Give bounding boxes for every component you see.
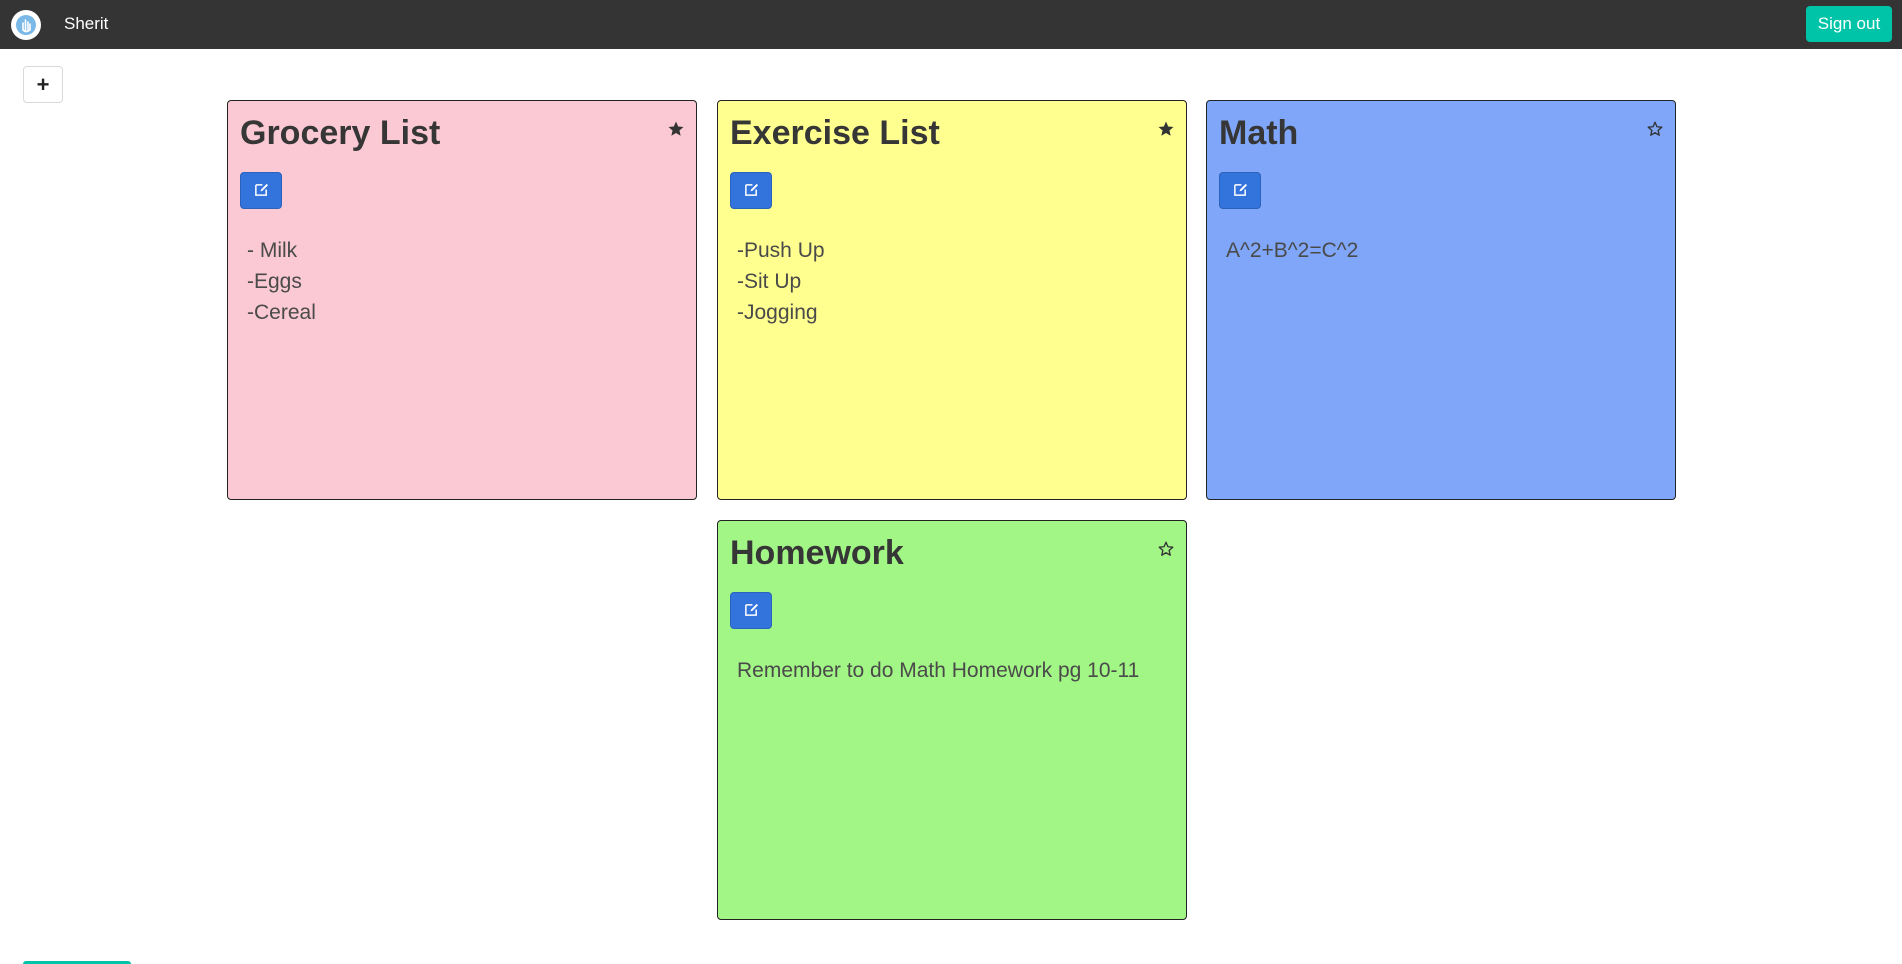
edit-icon (744, 602, 759, 620)
hand-logo-icon[interactable] (11, 10, 41, 40)
sign-out-button[interactable]: Sign out (1806, 6, 1892, 42)
note-line: -Sit Up (737, 270, 802, 293)
star-outline-icon[interactable] (1646, 120, 1664, 138)
note-line: A^2+B^2=C^2 (1226, 239, 1359, 262)
note-card: Homework Remember to do Math Homework pg… (717, 520, 1187, 920)
note-title: Homework (730, 534, 904, 572)
note-body: A^2+B^2=C^2 (1226, 235, 1661, 266)
note-card: Math A^2+B^2=C^2 (1206, 100, 1676, 500)
edit-note-button[interactable] (1219, 172, 1261, 209)
star-outline-icon[interactable] (1157, 540, 1175, 558)
note-line: -Jogging (737, 301, 818, 324)
note-line: -Eggs (247, 270, 302, 293)
note-card: Grocery List - Milk -Eggs -Cereal (227, 100, 697, 500)
note-line: - Milk (247, 239, 298, 262)
note-line: Remember to do Math Homework pg 10-11 (737, 659, 1140, 682)
brand-name[interactable]: Sherit (64, 14, 108, 34)
note-title: Math (1219, 114, 1299, 152)
note-body: Remember to do Math Homework pg 10-11 (737, 655, 1172, 686)
edit-icon (1233, 182, 1248, 200)
plus-icon: + (36, 71, 50, 97)
note-body: -Push Up -Sit Up -Jogging (737, 235, 1172, 328)
navbar: Sherit Sign out (0, 0, 1902, 49)
note-line: -Push Up (737, 239, 825, 262)
edit-note-button[interactable] (730, 592, 772, 629)
add-note-button[interactable]: + (23, 66, 63, 103)
edit-icon (254, 182, 269, 200)
note-line: -Cereal (247, 301, 316, 324)
note-title: Exercise List (730, 114, 940, 152)
star-filled-icon[interactable] (1157, 120, 1175, 138)
note-card: Exercise List -Push Up -Sit Up -Jogging (717, 100, 1187, 500)
note-body: - Milk -Eggs -Cereal (247, 235, 682, 328)
edit-note-button[interactable] (240, 172, 282, 209)
edit-note-button[interactable] (730, 172, 772, 209)
edit-icon (744, 182, 759, 200)
note-title: Grocery List (240, 114, 441, 152)
star-filled-icon[interactable] (667, 120, 685, 138)
